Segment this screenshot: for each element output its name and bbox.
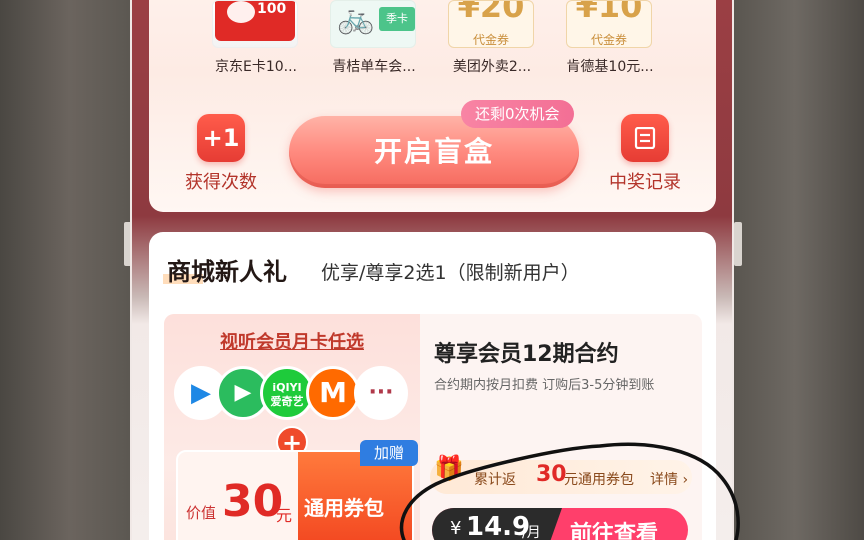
prize-item-bike[interactable]: 🚲 季卡 青桔单车会... (322, 0, 438, 80)
video-member-title[interactable]: 视听会员月卡任选 (164, 328, 420, 354)
blindbox-controls: +1 获得次数 开启盲盒 还剩0次机会 中奖记录 (149, 90, 716, 200)
list-icon (621, 114, 669, 162)
prize-name: 美团外卖2... (452, 59, 532, 75)
contract-title: 尊享会员12期合约 (434, 342, 619, 367)
prize-list: 100 京东E卡10... 🚲 季卡 青桔单车会... ¥20 代金券 美团外卖… (194, 0, 694, 80)
contract-description: 合约期内按月扣费 订购后3-5分钟到账 (434, 378, 655, 393)
jd-card-image: 100 (212, 0, 298, 48)
prize-item-jd[interactable]: 100 京东E卡10... (204, 0, 320, 80)
right-edge-handle (734, 222, 742, 266)
details-link[interactable]: 详情 › (650, 469, 688, 489)
blindbox-card: 100 京东E卡10... 🚲 季卡 青桔单车会... ¥20 代金券 美团外卖… (149, 0, 716, 212)
prize-name: 京东E卡10... (214, 59, 297, 75)
prize-name: 青桔单车会... (332, 59, 416, 75)
prize-name: 肯德基10元... (566, 59, 654, 75)
coupon-image: ¥10 代金券 (566, 0, 652, 48)
remaining-chances-badge: 还剩0次机会 (461, 100, 574, 128)
prize-item-meituan[interactable]: ¥20 代金券 美团外卖2... (440, 0, 556, 80)
bike-image: 🚲 季卡 (330, 0, 416, 48)
gift-icon: 🎁 (434, 454, 464, 482)
phone-edge-right (732, 0, 734, 540)
more-icon: ··· (354, 366, 408, 420)
view-offer-button[interactable]: ¥ 14.9 /月 前往查看 (432, 508, 688, 540)
app-icon-row: ▶ ▶ iQIYI 爱奇艺 M ··· (174, 366, 414, 426)
price-tag: ¥ 14.9 /月 (432, 508, 562, 540)
prize-record-button[interactable]: 中奖记录 (605, 114, 685, 194)
prize-item-kfc[interactable]: ¥10 代金券 肯德基10元... (558, 0, 674, 80)
video-member-pane[interactable]: 视听会员月卡任选 ▶ ▶ iQIYI 爱奇艺 M ··· + 价值 30 元 通用… (164, 314, 420, 540)
premium-contract-pane: 尊享会员12期合约 合约期内按月扣费 订购后3-5分钟到账 🎁 累计返 30 元… (420, 314, 702, 540)
offer-panel[interactable]: 视听会员月卡任选 ▶ ▶ iQIYI 爱奇艺 M ··· + 价值 30 元 通用… (164, 314, 702, 540)
bonus-tag: 加赠 (360, 440, 418, 466)
section-subtitle: 优享/尊享2选1（限制新用户） (321, 262, 580, 284)
bike-icon: 🚲 (337, 1, 375, 36)
plus-one-icon: +1 (197, 114, 245, 162)
mango-tv-icon: M (306, 366, 360, 420)
get-chances-button[interactable]: +1 获得次数 (181, 114, 261, 194)
go-view-label: 前往查看 (570, 522, 659, 540)
newuser-gift-card: 商城新人礼 优享/尊享2选1（限制新用户） 视听会员月卡任选 ▶ ▶ iQIYI… (149, 232, 716, 540)
coupon-image: ¥20 代金券 (448, 0, 534, 48)
phone-screen: 100 京东E卡10... 🚲 季卡 青桔单车会... ¥20 代金券 美团外卖… (132, 0, 732, 540)
rebate-banner[interactable]: 🎁 累计返 30 元通用券包 详情 › (430, 454, 692, 494)
section-title: 商城新人礼 (167, 258, 287, 286)
